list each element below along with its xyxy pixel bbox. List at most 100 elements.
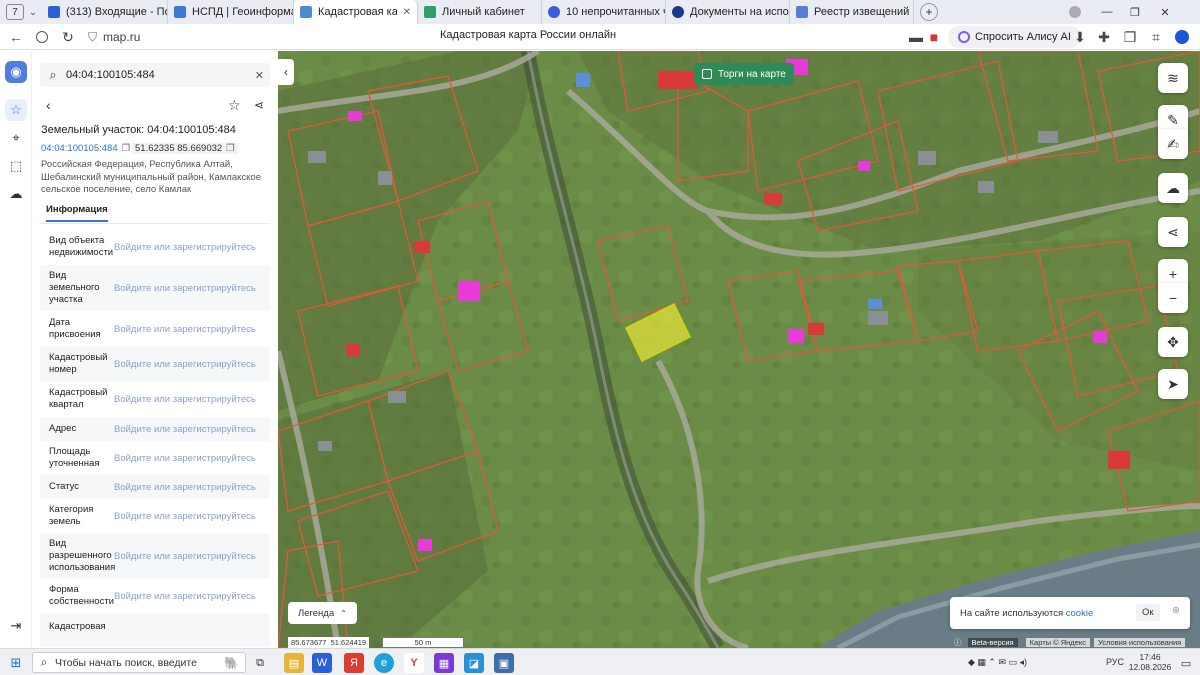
clear-search-icon[interactable]: ✕ bbox=[255, 69, 264, 82]
copy-icon[interactable]: ❐ bbox=[122, 143, 131, 154]
legend-button[interactable]: Легенда ⌃ bbox=[288, 602, 357, 624]
close-window-button[interactable]: ✕ bbox=[1152, 0, 1178, 24]
ask-alisa-button[interactable]: Спросить Алису AI bbox=[948, 26, 1081, 48]
cadastre-app-icon[interactable]: ▣ bbox=[494, 653, 514, 673]
profile-icon[interactable] bbox=[1062, 0, 1088, 24]
yandex-icon[interactable]: Я bbox=[344, 653, 364, 673]
chevron-up-icon: ⌃ bbox=[340, 608, 347, 618]
zoom-out-icon[interactable]: − bbox=[1158, 283, 1188, 313]
row-label: Адрес bbox=[49, 423, 77, 434]
info-row: Адрес Войдите или зарегистрируйтесь bbox=[40, 417, 270, 441]
row-label: Кадастровая bbox=[49, 621, 106, 632]
windows-taskbar: ⊞ ⌕ Чтобы начать поиск, введите 🐘 ⧉ ▤ W … bbox=[0, 648, 1200, 675]
login-link[interactable]: Войдите или зарегистрируйтесь bbox=[114, 424, 256, 435]
url-field[interactable]: ⛉ map.ru bbox=[88, 27, 140, 47]
collections-icon[interactable]: ❐ bbox=[1120, 27, 1140, 47]
maximize-button[interactable]: ❐ bbox=[1122, 0, 1148, 24]
back-chevron-icon[interactable]: ‹ bbox=[46, 97, 51, 113]
login-link[interactable]: Войдите или зарегистрируйтесь bbox=[114, 511, 256, 522]
login-link[interactable]: Войдите или зарегистрируйтесь bbox=[114, 551, 256, 562]
close-tab-icon[interactable]: ✕ bbox=[403, 7, 411, 18]
tab-cadastral-map[interactable]: Кадастровая карта Рос ✕ bbox=[294, 0, 418, 24]
info-panel: ⌕ ✕ ‹ ☆ ⋖ Земельный участок: 04:04:10010… bbox=[32, 51, 278, 648]
tab-cabinet[interactable]: Личный кабинет bbox=[418, 0, 542, 24]
layers-icon[interactable]: ≋ bbox=[1158, 63, 1188, 93]
tab-mail[interactable]: (313) Входящие - Почта M bbox=[42, 0, 168, 24]
login-icon[interactable]: ⇥ bbox=[5, 615, 27, 637]
clock[interactable]: 17:46 12.08.2026 bbox=[1128, 652, 1172, 672]
login-link[interactable]: Войдите или зарегистрируйтесь bbox=[114, 242, 256, 253]
language-indicator[interactable]: РУС bbox=[1106, 657, 1124, 667]
minimize-button[interactable]: — bbox=[1094, 0, 1120, 24]
tab-count-badge[interactable]: 7 bbox=[6, 4, 24, 20]
terms-link[interactable]: Условия использования bbox=[1093, 638, 1186, 647]
downloads-icon[interactable]: ⬇ bbox=[1070, 27, 1090, 47]
tab-list-chevron-icon[interactable]: ⌄ bbox=[24, 7, 42, 18]
login-link[interactable]: Войдите или зарегистрируйтесь bbox=[114, 359, 256, 370]
favorites-star-icon[interactable]: ☆ bbox=[5, 99, 27, 121]
share-icon[interactable]: ⋖ bbox=[254, 98, 264, 112]
task-view-icon[interactable]: ⧉ bbox=[250, 653, 270, 673]
tab-label: Реестр извещений bbox=[814, 6, 910, 18]
tab-registry[interactable]: Реестр извещений bbox=[790, 0, 914, 24]
share-map-icon[interactable]: ⋖ bbox=[1158, 217, 1188, 247]
info-row: Вид объекта недвижимости Войдите или заре… bbox=[40, 229, 270, 265]
auctions-toggle[interactable]: Торги на карте bbox=[694, 63, 794, 85]
yandex-browser-taskbar-icon[interactable]: Y bbox=[404, 653, 424, 673]
login-link[interactable]: Войдите или зарегистрируйтесь bbox=[114, 283, 256, 294]
cad-number-link[interactable]: 04:04:100105:484 ❐ bbox=[41, 143, 130, 154]
windows-start-icon[interactable]: ⊞ bbox=[6, 653, 26, 673]
explorer-icon[interactable]: ▤ bbox=[284, 653, 304, 673]
edge-icon[interactable]: e bbox=[374, 653, 394, 673]
back-arrow-icon[interactable]: ← bbox=[6, 27, 26, 47]
app-logo-icon[interactable]: ◉ bbox=[5, 61, 27, 83]
upload-cloud-icon[interactable]: ☁ bbox=[1158, 173, 1188, 203]
mail-icon bbox=[48, 6, 60, 18]
search-input[interactable] bbox=[66, 69, 246, 81]
favorite-star-icon[interactable]: ☆ bbox=[228, 97, 241, 114]
notifications-icon[interactable]: ▭ bbox=[1176, 653, 1196, 673]
address-bar: ← ↻ ⛉ map.ru Кадастровая карта России он… bbox=[0, 24, 1200, 50]
cookie-ok-button[interactable]: Ок bbox=[1136, 604, 1160, 621]
bookmark-icon[interactable]: ■ bbox=[924, 27, 944, 47]
pan-move-icon[interactable]: ✥ bbox=[1158, 327, 1188, 357]
measure-tool-icon[interactable]: ⌖ bbox=[5, 127, 27, 149]
info-row: Кадастровый номер Войдите или зарегистрир… bbox=[40, 347, 270, 381]
word-icon[interactable]: W bbox=[312, 653, 332, 673]
app-icon[interactable]: ▦ bbox=[434, 653, 454, 673]
tab-label: Личный кабинет bbox=[442, 6, 525, 18]
copy-coords-icon[interactable]: ❐ bbox=[226, 143, 235, 154]
yandex-protect-icon[interactable] bbox=[32, 27, 52, 47]
taskbar-search[interactable]: ⌕ Чтобы начать поиск, введите 🐘 bbox=[32, 652, 246, 673]
photos-icon[interactable]: ◪ bbox=[464, 653, 484, 673]
collapse-panel-chevron-icon[interactable]: ‹ bbox=[278, 59, 294, 85]
login-link[interactable]: Войдите или зарегистрируйтесь bbox=[114, 394, 256, 405]
search-icon: ⌕ bbox=[49, 67, 57, 82]
login-link[interactable]: Войдите или зарегистрируйтесь bbox=[114, 591, 256, 602]
screenshot-icon[interactable]: ⌗ bbox=[1146, 27, 1166, 47]
cookie-link[interactable]: cookie bbox=[1066, 608, 1093, 619]
close-cookie-icon[interactable]: ⊗ bbox=[1172, 605, 1180, 616]
extensions-icon[interactable]: ✚ bbox=[1094, 27, 1114, 47]
login-link[interactable]: Войдите или зарегистрируйтесь bbox=[114, 453, 256, 464]
reload-icon[interactable]: ↻ bbox=[58, 27, 78, 47]
info-icon[interactable]: ⓘ bbox=[954, 637, 962, 648]
edit-icon[interactable]: ✍ bbox=[1158, 129, 1188, 159]
tray-icons[interactable]: ◆ ▦ ⌃ ✉ ▭ ◂) bbox=[968, 657, 1027, 668]
more-icon[interactable]: ▬ bbox=[906, 27, 926, 47]
checkbox-icon[interactable] bbox=[702, 69, 712, 79]
login-link[interactable]: Войдите или зарегистрируйтесь bbox=[114, 482, 256, 493]
yandex-browser-icon[interactable] bbox=[1172, 27, 1192, 47]
tab-documents[interactable]: Документы на исполнен bbox=[666, 0, 790, 24]
login-link[interactable]: Войдите или зарегистрируйтесь bbox=[114, 324, 256, 335]
tab-information[interactable]: Информация bbox=[46, 204, 108, 222]
cloud-icon[interactable]: ☁ bbox=[5, 183, 27, 205]
geolocation-arrow-icon[interactable]: ➤ bbox=[1158, 369, 1188, 399]
new-tab-button[interactable]: + bbox=[920, 3, 938, 21]
satellite-map[interactable]: ‹ Торги на карте ≋ ✎ ✍ ☁ ⋖ + − ✥ ➤ Леген… bbox=[278, 51, 1200, 648]
tab-chats[interactable]: 10 непрочитанных чатов bbox=[542, 0, 666, 24]
row-label: Форма собственности bbox=[49, 584, 114, 607]
tab-nspd[interactable]: НСПД | Геоинформацион bbox=[168, 0, 294, 24]
coords-chip[interactable]: 51.62335 85.669032 ❐ bbox=[132, 143, 238, 154]
select-area-icon[interactable]: ⬚ bbox=[5, 155, 27, 177]
